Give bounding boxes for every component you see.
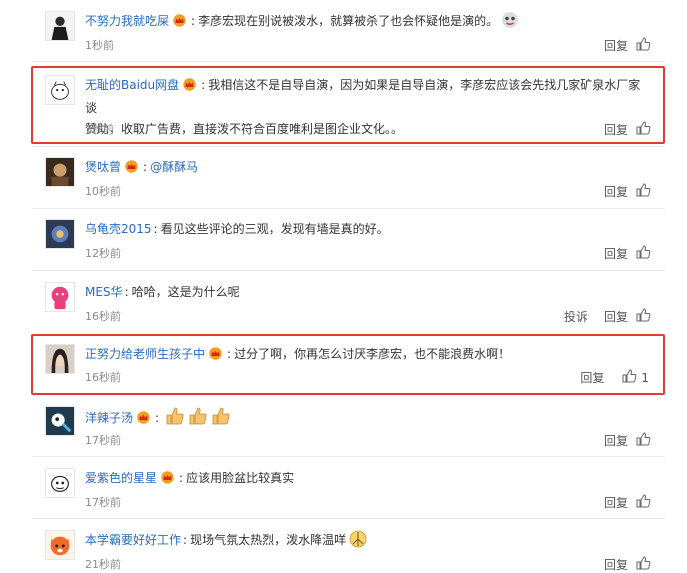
reply-button[interactable]: 回复 [604, 183, 628, 200]
comment-item: 爱紫色的星星: 应该用脸盆比较真实 17秒前 回复 [32, 468, 665, 514]
comment-feed: 不努力我就吃屎: 李彦宏现在别说被泼水，就算被杀了也会怀疑他是演的。 1秒前 回复… [0, 0, 687, 572]
thumbs-up-icon [636, 245, 651, 262]
report-button[interactable]: 投诉 [564, 308, 588, 325]
comment-item: 不努力我就吃屎: 李彦宏现在别说被泼水，就算被杀了也会怀疑他是演的。 1秒前 回复 [32, 11, 665, 61]
comment-item: 无耻的Baidu网盘: 我相信这不是自导自演，因为如果是自导自演，李彦宏应该会先找… [32, 75, 665, 140]
mention-link[interactable]: @酥酥马 [150, 160, 198, 174]
comment-body: MES华: 哈哈，这是为什么呢 [85, 285, 240, 299]
thumbs-up-icon [636, 121, 651, 138]
comment-time: 16秒前 [85, 371, 121, 384]
like-button[interactable] [636, 37, 651, 54]
thumbs-up-emoji [165, 406, 185, 433]
avatar[interactable] [45, 344, 75, 374]
like-button[interactable] [636, 494, 651, 511]
thumbs-up-icon [622, 369, 637, 386]
comment-body: 无耻的Baidu网盘: 我相信这不是自导自演，因为如果是自导自演，李彦宏应该会先找… [85, 77, 641, 136]
reply-button[interactable]: 回复 [580, 369, 604, 386]
avatar[interactable] [45, 406, 75, 436]
comment-body: 乌龟壳2015: 看见这些评论的三观，发现有墙是真的好。 [85, 222, 389, 236]
comment-author[interactable]: 本学霸要好好工作 [85, 533, 181, 547]
comment-text: 现场气氛太热烈，泼水降温咩 [190, 533, 347, 547]
comment-body: 本学霸要好好工作: 现场气氛太热烈，泼水降温咩 [85, 530, 645, 555]
comment-time: 1秒前 [85, 39, 114, 52]
like-button[interactable] [636, 556, 651, 573]
comment-time: 21秒前 [85, 558, 121, 571]
crown-icon [208, 346, 223, 367]
avatar[interactable] [45, 11, 75, 41]
comment-time: 7秒前 [85, 123, 114, 136]
avatar[interactable] [45, 530, 75, 560]
comment-author[interactable]: 洋辣子汤 [85, 411, 133, 425]
comment-author[interactable]: 正努力给老师生孩子中 [85, 347, 205, 361]
avatar[interactable] [45, 219, 75, 249]
like-button[interactable] [636, 308, 651, 325]
comment-text: 李彦宏现在别说被泼水，就算被杀了也会怀疑他是演的。 [198, 14, 499, 28]
like-button[interactable] [636, 183, 651, 200]
comment-time: 16秒前 [85, 310, 121, 323]
like-button[interactable] [636, 432, 651, 449]
comment-author[interactable]: 爱紫色的星星 [85, 471, 157, 485]
thumbs-up-icon [636, 494, 651, 511]
comment-item: MES华: 哈哈，这是为什么呢 16秒前 投诉 回复 [32, 282, 665, 328]
reply-button[interactable]: 回复 [604, 121, 628, 138]
comment-item: 煲呔曾: @酥酥马 10秒前 回复 [32, 157, 665, 203]
thumbs-up-icon [636, 37, 651, 54]
comment-text: 看见这些评论的三观，发现有墙是真的好。 [160, 222, 389, 236]
reply-button[interactable]: 回复 [604, 37, 628, 54]
comment-author[interactable]: 无耻的Baidu网盘 [85, 78, 179, 92]
face-emoji-icon [501, 11, 519, 36]
crown-icon [124, 159, 139, 180]
peace-emoji-icon [349, 530, 367, 555]
comment-body: 洋辣子汤: [85, 406, 645, 433]
comment-item: 本学霸要好好工作: 现场气氛太热烈，泼水降温咩 21秒前 回复 [32, 530, 665, 572]
reply-button[interactable]: 回复 [604, 432, 628, 449]
crown-icon [136, 410, 151, 431]
comment-body: 煲呔曾: @酥酥马 [85, 157, 645, 180]
thumbs-up-emoji [188, 406, 208, 433]
comment-body: 正努力给老师生孩子中: 过分了啊，你再怎么讨厌李彦宏，也不能浪费水啊！ [85, 344, 645, 367]
reply-button[interactable]: 回复 [604, 494, 628, 511]
avatar[interactable] [45, 157, 75, 187]
comment-item: 洋辣子汤: 17秒前 回复 [32, 406, 665, 452]
avatar[interactable] [45, 282, 75, 312]
comment-time: 17秒前 [85, 496, 121, 509]
comment-text: 哈哈，这是为什么呢 [131, 285, 240, 299]
comment-text: 过分了啊，你再怎么讨厌李彦宏，也不能浪费水啊！ [234, 347, 511, 361]
like-count: 1 [641, 370, 649, 385]
comment-time: 10秒前 [85, 185, 121, 198]
avatar[interactable] [45, 75, 75, 105]
comment-author[interactable]: 乌龟壳2015 [85, 222, 152, 236]
reply-button[interactable]: 回复 [604, 245, 628, 262]
crown-icon [182, 77, 197, 98]
thumbs-up-icon [636, 556, 651, 573]
comment-item: 乌龟壳2015: 看见这些评论的三观，发现有墙是真的好。 12秒前 回复 [32, 219, 665, 265]
comment-text: 赞助，收取广告费，直接泼不符合百度唯利是图企业文化。。 [85, 122, 404, 136]
reply-button[interactable]: 回复 [604, 556, 628, 573]
thumbs-up-icon [636, 308, 651, 325]
comment-time: 17秒前 [85, 434, 121, 447]
avatar[interactable] [45, 468, 75, 498]
comment-author[interactable]: 不努力我就吃屎 [85, 14, 169, 28]
comment-time: 12秒前 [85, 247, 121, 260]
like-button[interactable]: 1 [622, 369, 649, 386]
comment-body: 不努力我就吃屎: 李彦宏现在别说被泼水，就算被杀了也会怀疑他是演的。 [85, 11, 645, 36]
thumbs-up-icon [636, 432, 651, 449]
reply-button[interactable]: 回复 [604, 308, 628, 325]
thumbs-up-icon [636, 183, 651, 200]
comment-body: 爱紫色的星星: 应该用脸盆比较真实 [85, 468, 645, 491]
crown-icon [160, 470, 175, 491]
comment-author[interactable]: 煲呔曾 [85, 160, 121, 174]
comment-item: 正努力给老师生孩子中: 过分了啊，你再怎么讨厌李彦宏，也不能浪费水啊！ 16秒前 … [32, 344, 665, 392]
comment-text: 应该用脸盆比较真实 [186, 471, 295, 485]
like-button[interactable] [636, 121, 651, 138]
comment-author[interactable]: MES华 [85, 285, 123, 299]
crown-icon [172, 13, 187, 34]
thumbs-up-emoji [211, 406, 231, 433]
like-button[interactable] [636, 245, 651, 262]
